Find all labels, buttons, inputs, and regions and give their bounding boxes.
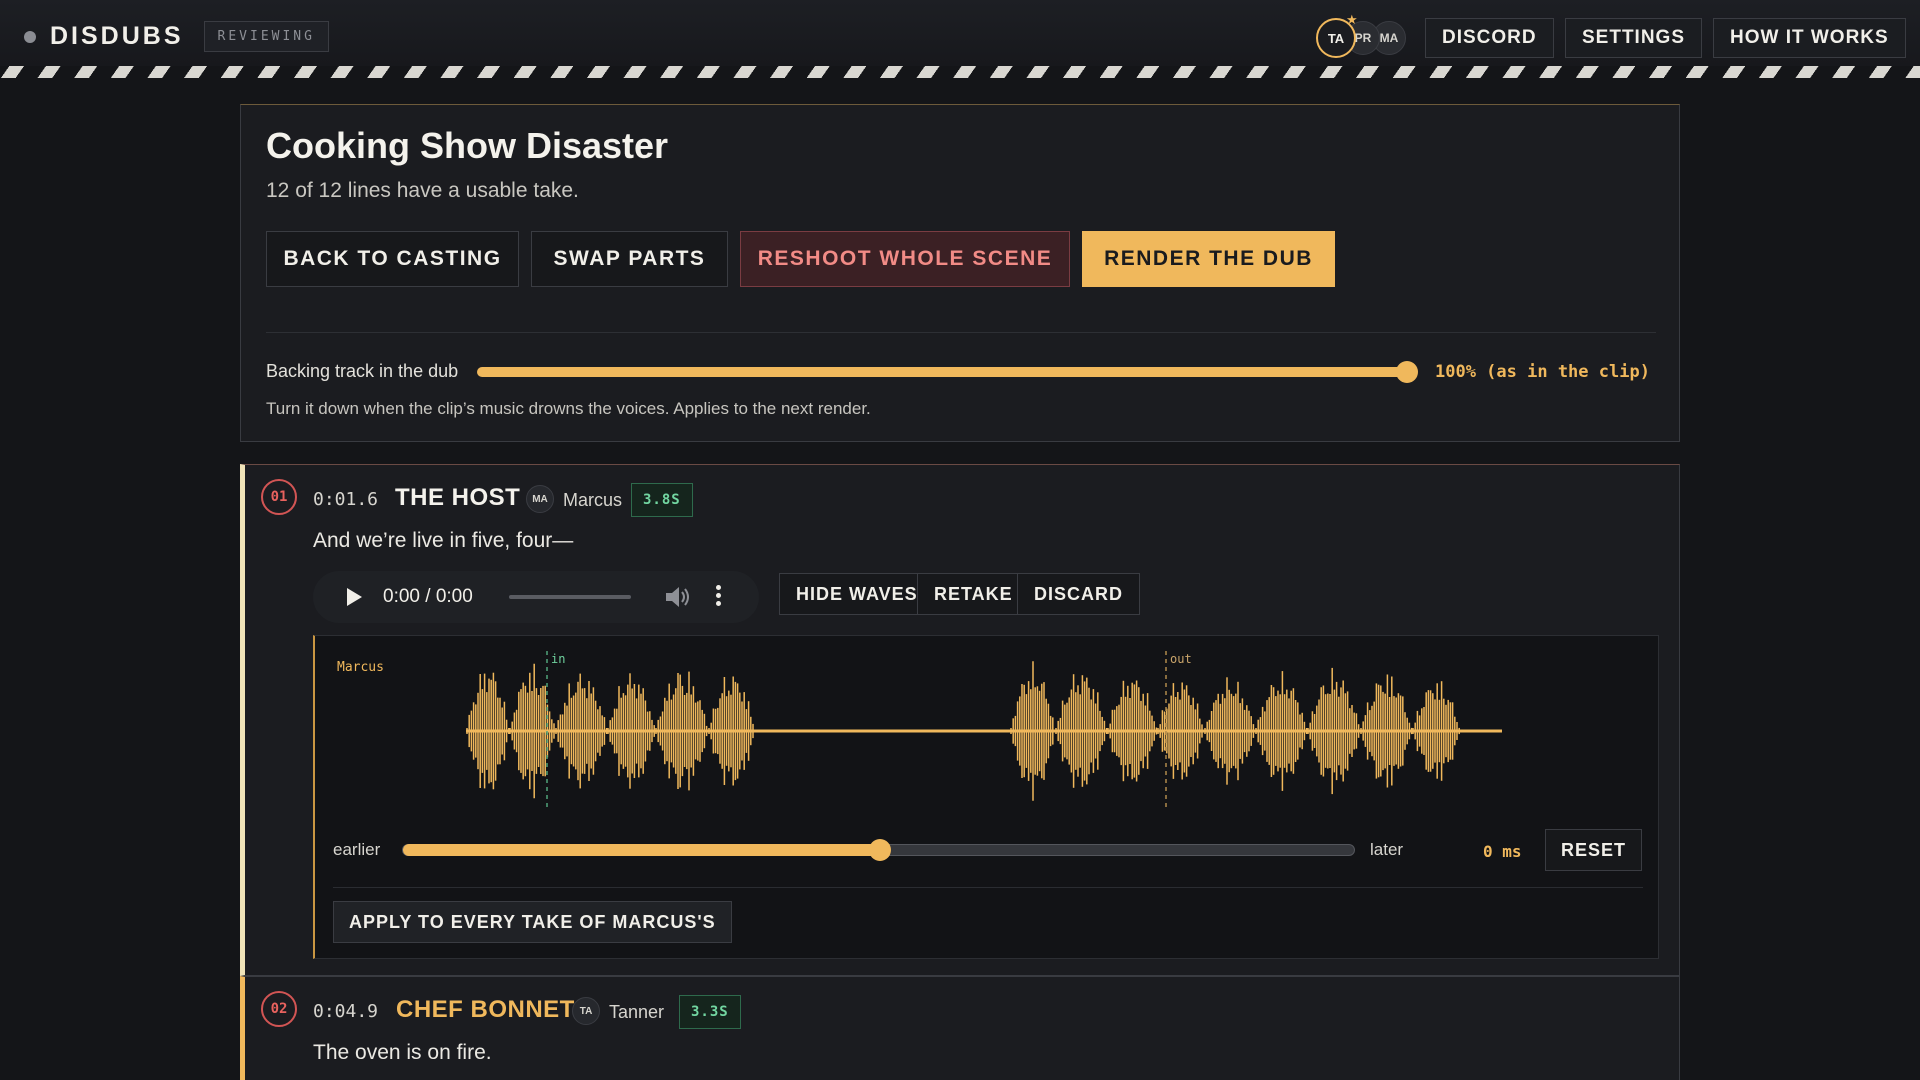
backing-track-thumb[interactable] — [1396, 361, 1418, 383]
host-star-icon: ★ — [1346, 12, 1358, 27]
volume-icon[interactable] — [663, 584, 691, 610]
scene-card: Cooking Show Disaster 12 of 12 lines hav… — [240, 104, 1680, 442]
in-marker-label: in — [551, 652, 566, 666]
line-row: 01 0:01.6 THE HOST MA Marcus 3.8S And we… — [240, 464, 1680, 976]
player-time: 0:00 / 0:00 — [383, 586, 473, 607]
line-text: The oven is on fire. — [313, 1041, 492, 1064]
line-timestamp: 0:04.9 — [313, 1001, 379, 1022]
timing-offset-thumb[interactable] — [868, 839, 891, 861]
actor-name: Marcus — [563, 490, 623, 510]
timing-offset-value: 0 ms — [1483, 842, 1522, 861]
more-options-icon[interactable] — [715, 583, 721, 611]
caution-tape-divider — [0, 66, 1920, 78]
back-to-casting-button[interactable]: BACK TO CASTING — [266, 231, 519, 287]
out-marker-label: out — [1170, 652, 1192, 666]
discord-button[interactable]: DISCORD — [1425, 18, 1554, 58]
actor-avatar: TA — [572, 997, 600, 1025]
settings-button[interactable]: SETTINGS — [1565, 18, 1703, 58]
hide-waves-button[interactable]: HIDE WAVES — [779, 573, 935, 615]
timing-offset-slider[interactable] — [402, 839, 1355, 861]
how-it-works-button[interactable]: HOW IT WORKS — [1713, 18, 1906, 58]
waveform — [466, 651, 1502, 811]
line-timestamp: 0:01.6 — [313, 489, 379, 510]
backing-track-hint: Turn it down when the clip’s music drown… — [266, 399, 871, 418]
apply-to-all-takes-button[interactable]: APPLY TO EVERY TAKE OF MARCUS'S — [333, 901, 732, 943]
mode-badge: REVIEWING — [203, 21, 329, 52]
reshoot-scene-button[interactable]: RESHOOT WHOLE SCENE — [740, 231, 1070, 287]
app-name[interactable]: DISDUBS — [50, 22, 184, 51]
discard-button[interactable]: DISCARD — [1017, 573, 1141, 615]
line-number: 01 — [261, 479, 297, 515]
scene-title: Cooking Show Disaster — [266, 125, 669, 166]
actor-avatar: MA — [526, 485, 554, 513]
render-dub-button[interactable]: RENDER THE DUB — [1082, 231, 1335, 287]
role-name: THE HOST — [395, 484, 521, 511]
scene-status: 12 of 12 lines have a usable take. — [266, 179, 579, 202]
nudge-earlier-label: earlier — [333, 840, 381, 859]
backing-track-label: Backing track in the dub — [266, 361, 459, 381]
line-row: 02 0:04.9 CHEF BONNET TA Tanner 3.3S The… — [240, 976, 1680, 1080]
top-bar: DISDUBS REVIEWING MA PR TA ★ DISCORD SET… — [0, 0, 1920, 66]
brand: DISDUBS REVIEWING — [24, 21, 329, 52]
line-text: And we’re live in five, four— — [313, 529, 574, 552]
retake-button[interactable]: RETAKE — [917, 573, 1030, 615]
backing-track-value: 100% (as in the clip) — [1435, 362, 1650, 382]
status-dot-icon — [24, 30, 36, 43]
divider — [266, 332, 1656, 333]
player-progress-bar[interactable] — [509, 595, 631, 599]
nudge-later-label: later — [1370, 840, 1404, 859]
timing-offset-fill — [403, 844, 880, 856]
backing-track-slider[interactable] — [477, 361, 1418, 383]
audio-player: 0:00 / 0:00 — [313, 571, 759, 623]
play-icon[interactable] — [347, 588, 362, 606]
reset-offset-button[interactable]: RESET — [1545, 829, 1643, 871]
role-name: CHEF BONNET — [396, 996, 575, 1023]
divider — [333, 887, 1643, 888]
duration-badge: 3.3S — [679, 995, 741, 1029]
line-number: 02 — [261, 991, 297, 1027]
collaborator-avatars: MA PR TA ★ — [1316, 12, 1412, 58]
swap-parts-button[interactable]: SWAP PARTS — [531, 231, 728, 287]
actor-name: Tanner — [609, 1002, 665, 1022]
waveform-panel: Marcus in out earlier later 0 ms RESET A… — [313, 635, 1659, 959]
duration-badge: 3.8S — [631, 483, 693, 517]
